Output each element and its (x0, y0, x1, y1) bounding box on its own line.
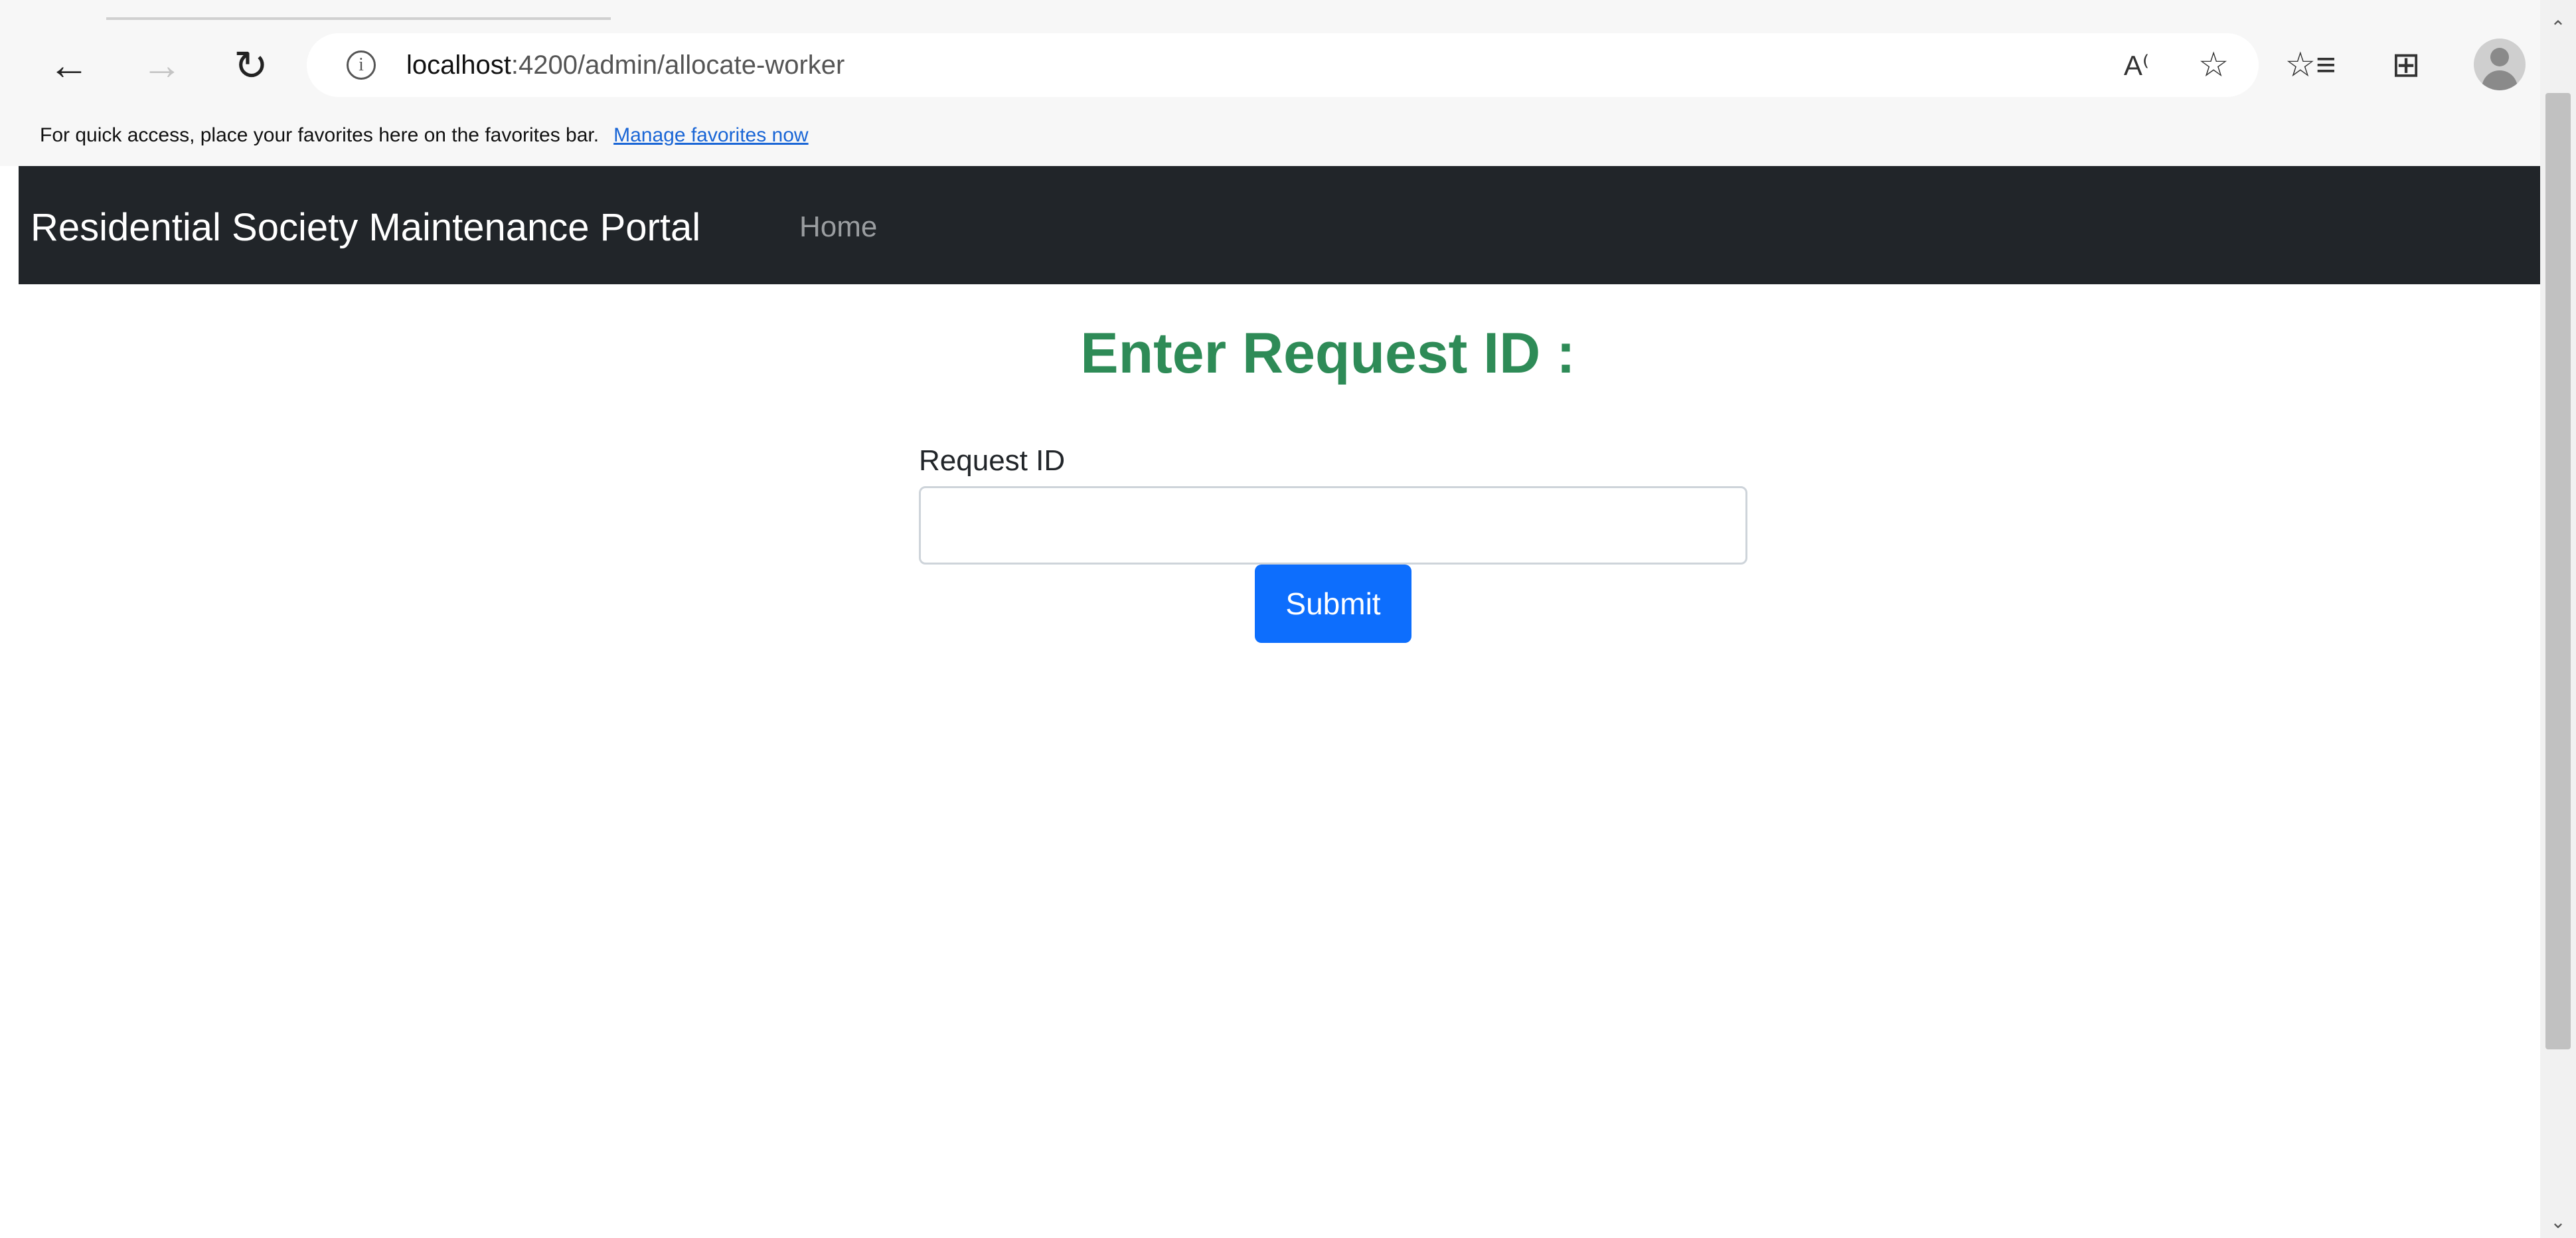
submit-button[interactable]: Submit (1255, 565, 1411, 643)
favorites-bar: For quick access, place your favorites h… (0, 105, 2563, 166)
read-aloud-icon[interactable]: A⁽ (2105, 33, 2168, 97)
refresh-icon[interactable]: ↻ (219, 33, 283, 97)
tab-strip (0, 0, 2563, 20)
url-host: localhost (406, 50, 511, 80)
profile-avatar-icon[interactable] (2474, 39, 2526, 90)
url-path: :4200/admin/allocate-worker (511, 50, 845, 80)
arrow-left-icon[interactable]: ← (37, 33, 101, 97)
url-text[interactable]: localhost:4200/admin/allocate-worker (406, 48, 845, 82)
browser-toolbar: ← → ↻ i localhost:4200/admin/allocate-wo… (0, 20, 2563, 105)
scroll-down-icon[interactable]: ⌄ (2544, 1207, 2572, 1235)
request-id-label: Request ID (919, 444, 1066, 477)
address-bar[interactable]: i localhost:4200/admin/allocate-worker (307, 33, 2259, 97)
collections-icon[interactable]: ⊞ (2374, 33, 2438, 97)
request-id-input[interactable] (919, 486, 1747, 565)
navbar-brand[interactable]: Residential Society Maintenance Portal (31, 205, 700, 251)
arrow-right-icon: → (141, 42, 183, 88)
page-title: Enter Request ID : (1080, 321, 1575, 385)
browser-chrome: ← → ↻ i localhost:4200/admin/allocate-wo… (0, 0, 2576, 166)
star-add-icon[interactable]: ☆ (2182, 33, 2245, 97)
info-icon[interactable]: i (347, 50, 376, 80)
nav-link-home[interactable]: Home (799, 209, 877, 246)
favorites-message: For quick access, place your favorites h… (40, 124, 600, 146)
scroll-up-icon[interactable]: ⌃ (2544, 13, 2572, 41)
site-navbar: Residential Society Maintenance Portal H… (19, 166, 2540, 284)
favorites-icon[interactable]: ☆≡ (2279, 33, 2342, 97)
scrollbar-thumb[interactable] (2545, 93, 2571, 1049)
avatar-head (2490, 48, 2509, 66)
avatar-body (2482, 70, 2518, 90)
manage-favorites-link[interactable]: Manage favorites now (613, 124, 809, 147)
